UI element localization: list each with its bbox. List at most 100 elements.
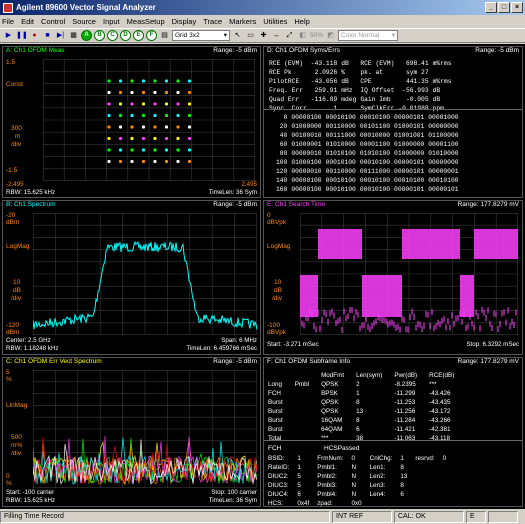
fch-cell: Pmbl4:	[317, 491, 337, 498]
palette-icon[interactable]: ◩	[325, 30, 336, 41]
constellation-point	[187, 148, 192, 152]
step-icon[interactable]: ▶|	[55, 30, 66, 41]
y-bottom-unit-label: %	[6, 480, 12, 487]
stop-icon[interactable]: ■	[42, 30, 53, 41]
fch-cell: DIUC2:	[268, 473, 289, 480]
table-cell	[295, 408, 319, 415]
fch-cell: 6	[400, 491, 404, 498]
y-scale-unit-label: dB	[13, 287, 21, 294]
y-bottom-label: 0	[6, 473, 10, 480]
table-cell	[295, 390, 319, 397]
pointer-icon[interactable]: ↖	[232, 30, 243, 41]
table-cell: 8	[356, 417, 360, 424]
play-icon[interactable]: ▶	[3, 30, 14, 41]
fch-cell: DIUC3:	[268, 482, 289, 489]
y-top-label: -20	[6, 212, 16, 219]
hcs-title: HCSPassed	[324, 445, 360, 452]
constellation-point	[130, 90, 134, 95]
symbol-bits: 01010000	[428, 150, 459, 157]
symbol-index: 40	[279, 132, 288, 139]
fch-cell: Len4:	[369, 491, 386, 498]
symbol-bits: 00001000	[428, 114, 459, 121]
menu-meassetup[interactable]: MeasSetup	[127, 17, 165, 26]
marker-icon[interactable]: ✚	[258, 30, 269, 41]
constellation-point	[164, 79, 169, 83]
y-top-unit-label: dBVpk	[267, 219, 287, 226]
symbol-index: 120	[276, 168, 288, 175]
table-cell: 13	[356, 408, 364, 415]
y-scale-unit-label: dB	[274, 287, 282, 294]
trace-e-button[interactable]: E	[133, 30, 144, 41]
status-message: Filling Time Record	[0, 510, 330, 523]
color-select[interactable]: Color Normal ▾	[338, 30, 399, 41]
symbol-index: 0	[283, 114, 288, 121]
constellation-point	[187, 136, 192, 141]
symbols-table: 0 00000100 00010100 00010100 00000101 0000100…	[274, 112, 463, 195]
zoom-box-icon[interactable]: ▭	[245, 30, 256, 41]
symbol-bits: 01000101	[394, 123, 425, 130]
ref-indicator: INT REF	[332, 510, 392, 523]
symbol-bits: 00000000	[428, 159, 459, 166]
constellation-point	[141, 113, 146, 118]
table-cell	[295, 399, 319, 406]
table-cell: -43.435	[429, 399, 451, 406]
trace-menu-icon[interactable]: ▦	[68, 30, 79, 41]
trace-b-button[interactable]: B	[94, 30, 105, 41]
fch-cell: BSID:	[268, 455, 285, 462]
contrast-icon[interactable]: ◧	[297, 30, 308, 41]
menu-source[interactable]: Source	[72, 17, 96, 26]
layout-icon[interactable]: ▤	[159, 30, 170, 41]
record-icon[interactable]: ●	[29, 30, 40, 41]
menu-utilities[interactable]: Utilities	[263, 17, 287, 26]
symbol-bits: 01010100	[325, 150, 356, 157]
pane-title: E: Ch1 Search Time	[267, 201, 326, 208]
trace-c-button[interactable]: C	[107, 30, 118, 41]
fch-cell: Len1:	[369, 464, 386, 471]
trace-format-label: Const	[6, 81, 23, 88]
menu-control[interactable]: Control	[41, 17, 65, 26]
constellation-point	[107, 148, 111, 152]
pan-icon[interactable]: ↔	[271, 30, 282, 41]
stat-cell: 2.0926	[314, 69, 338, 76]
menu-display[interactable]: Display	[172, 17, 197, 26]
y-bottom-label: -100	[267, 322, 281, 329]
symbol-bits: 01100000	[428, 132, 459, 139]
y-top-unit-label: dBm	[6, 219, 20, 226]
symbol-bits: 00111000	[359, 168, 391, 175]
trace-a-pane[interactable]: A: Ch1 OFDM Meas Range: -5 dBm 1.5 Const …	[2, 46, 261, 198]
pause-icon[interactable]: ❚❚	[16, 30, 28, 41]
trace-e-pane[interactable]: E: Ch1 Search Time Range: 177.8279 mV 0 d…	[263, 200, 523, 355]
fch-cell: 5	[297, 473, 301, 480]
trace-a-button[interactable]: A	[81, 30, 92, 41]
trace-d-button[interactable]: D	[120, 30, 131, 41]
maximize-button[interactable]: □	[498, 2, 510, 13]
symbol-bits: 01000000	[291, 123, 322, 130]
grid-select[interactable]: Grid 3x2 ▾	[172, 30, 230, 41]
stat-cell: mHz	[341, 87, 353, 94]
fch-cell: CnlChg:	[369, 455, 393, 462]
y-bottom-label: -1.5	[6, 167, 18, 174]
trace-f-pane[interactable]: F: Ch1 OFDM Subframe Info Range: 177.8279…	[263, 357, 523, 507]
trace-f-button[interactable]: F	[146, 30, 157, 41]
symbol-index: 60	[279, 141, 288, 148]
x-right-label: 2.495	[241, 181, 257, 188]
trace-d-pane[interactable]: D: Ch1 OFDM Syms/Errs Range: -5 dBm RCE (…	[263, 46, 523, 198]
menu-edit[interactable]: Edit	[21, 17, 34, 26]
menu-file[interactable]: File	[2, 17, 14, 26]
close-button[interactable]: ×	[511, 2, 523, 13]
menu-markers[interactable]: Markers	[229, 17, 256, 26]
table-cell: Pmbl	[294, 381, 310, 388]
trace-b-pane[interactable]: B: Ch1 Spectrum Range: -5 dBm -20 dBm Log…	[2, 200, 261, 355]
constellation-point	[107, 113, 111, 118]
menu-trace[interactable]: Trace	[203, 17, 222, 26]
constellation-point	[176, 113, 180, 118]
menu-help[interactable]: Help	[294, 17, 309, 26]
minimize-button[interactable]: _	[485, 2, 497, 13]
symbol-bits: 00010100	[359, 177, 391, 184]
autoscale-icon[interactable]: ⤢	[284, 30, 295, 41]
chevron-down-icon: ▾	[391, 32, 396, 39]
trace-c-pane[interactable]: C: Ch1 OFDM Err Vect Spectrum Range: -5 d…	[2, 357, 261, 507]
menu-input[interactable]: Input	[103, 17, 120, 26]
constellation-point	[187, 90, 192, 95]
table-cell: Burst	[268, 417, 283, 424]
